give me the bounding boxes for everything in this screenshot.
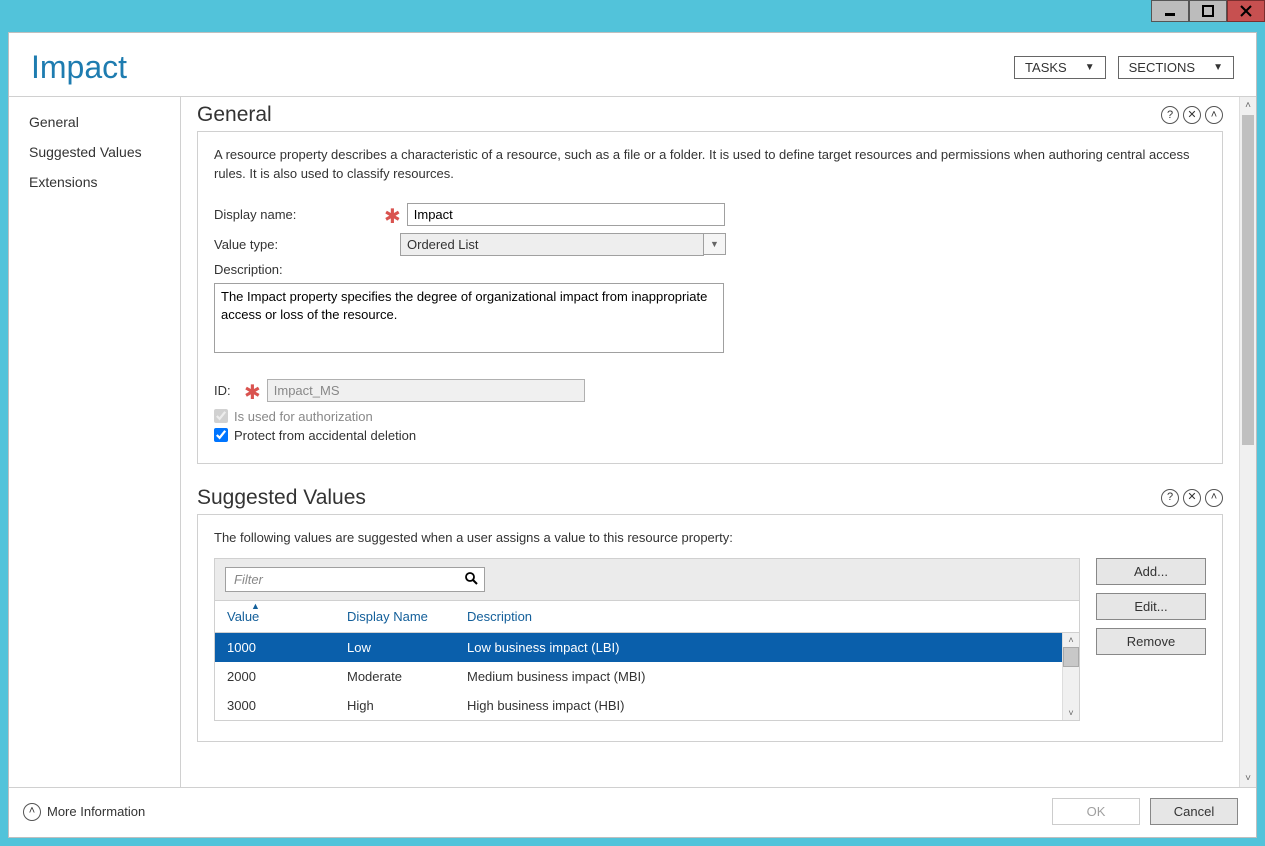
value-type-select[interactable]: Ordered List▼ [400,233,728,256]
filter-bar: Filter [214,558,1080,600]
close-section-icon[interactable]: ✕ [1183,489,1201,507]
sidebar-item-extensions[interactable]: Extensions [9,167,180,197]
general-panel: A resource property describes a characte… [197,131,1223,464]
table-scrollbar[interactable]: ˄ ˅ [1062,633,1079,720]
help-icon[interactable]: ? [1161,489,1179,507]
general-intro: A resource property describes a characte… [214,146,1206,184]
section-title-suggested: Suggested Values [197,486,366,510]
title-bar [0,0,1265,32]
cell-value: 2000 [227,669,347,684]
cell-desc: Low business impact (LBI) [467,640,1050,655]
help-icon[interactable]: ? [1161,106,1179,124]
expand-icon: ˄ [23,803,41,821]
protect-deletion-checkbox[interactable] [214,428,228,442]
page-title: Impact [31,49,127,86]
filter-placeholder: Filter [234,572,263,587]
tasks-label: TASKS [1025,60,1067,75]
remove-button[interactable]: Remove [1096,628,1206,655]
display-name-input[interactable] [407,203,725,226]
tasks-dropdown[interactable]: TASKS ▼ [1014,56,1106,79]
value-type-value: Ordered List [400,233,704,256]
value-type-label: Value type: [214,237,384,252]
col-header-value[interactable]: ▲Value [227,609,347,624]
cancel-button[interactable]: Cancel [1150,798,1238,825]
cell-value: 3000 [227,698,347,713]
close-button[interactable] [1227,0,1265,22]
scroll-up-icon: ˄ [1240,97,1256,114]
filter-input[interactable]: Filter [225,567,485,592]
suggested-intro: The following values are suggested when … [214,529,1206,548]
protect-deletion-label: Protect from accidental deletion [234,428,416,443]
table-row[interactable]: 2000 Moderate Medium business impact (MB… [215,662,1062,691]
minimize-button[interactable] [1151,0,1189,22]
content-scrollbar[interactable]: ˄ ˅ [1239,97,1256,787]
search-icon [464,571,478,588]
scroll-thumb[interactable] [1242,115,1254,445]
cell-value: 1000 [227,640,347,655]
scroll-up-icon: ˄ [1063,633,1079,647]
table-row[interactable]: 1000 Low Low business impact (LBI) [215,633,1062,662]
add-button[interactable]: Add... [1096,558,1206,585]
collapse-icon[interactable]: ˄ [1205,106,1223,124]
scroll-thumb[interactable] [1063,647,1079,667]
table-row[interactable]: 3000 High High business impact (HBI) [215,691,1062,720]
scroll-down-icon: ˅ [1240,770,1256,787]
used-auth-label: Is used for authorization [234,409,373,424]
edit-button[interactable]: Edit... [1096,593,1206,620]
sections-dropdown[interactable]: SECTIONS ▼ [1118,56,1234,79]
sort-asc-icon: ▲ [251,601,260,611]
id-label: ID: [214,383,244,398]
cell-display: Low [347,640,467,655]
sidebar-item-suggested-values[interactable]: Suggested Values [9,137,180,167]
used-auth-checkbox [214,409,228,423]
caret-down-icon: ▼ [1213,62,1223,73]
table-body: 1000 Low Low business impact (LBI) 2000 … [215,633,1062,720]
display-name-label: Display name: [214,207,384,222]
cell-display: Moderate [347,669,467,684]
more-information-label: More Information [47,804,145,819]
more-information-toggle[interactable]: ˄ More Information [23,803,145,821]
suggested-panel: The following values are suggested when … [197,514,1223,742]
required-icon: ✱ [384,204,401,229]
maximize-button[interactable] [1189,0,1227,22]
content-area: General ? ✕ ˄ A resource property descri… [181,97,1239,787]
col-header-description[interactable]: Description [467,609,1067,624]
cell-display: High [347,698,467,713]
scroll-down-icon: ˅ [1063,706,1079,720]
description-input[interactable] [214,283,724,353]
cell-desc: High business impact (HBI) [467,698,1050,713]
section-title-general: General [197,103,272,127]
ok-button: OK [1052,798,1140,825]
table-header: ▲Value Display Name Description [214,600,1080,632]
collapse-icon[interactable]: ˄ [1205,489,1223,507]
close-section-icon[interactable]: ✕ [1183,106,1201,124]
id-input [267,379,585,402]
cell-desc: Medium business impact (MBI) [467,669,1050,684]
required-icon: ✱ [244,380,261,405]
sidebar-item-general[interactable]: General [9,107,180,137]
sidebar: General Suggested Values Extensions [9,97,181,787]
col-header-display[interactable]: Display Name [347,609,467,624]
dropdown-arrow-icon: ▼ [704,233,726,255]
sections-label: SECTIONS [1129,60,1195,75]
caret-down-icon: ▼ [1085,62,1095,73]
description-label: Description: [214,262,384,277]
